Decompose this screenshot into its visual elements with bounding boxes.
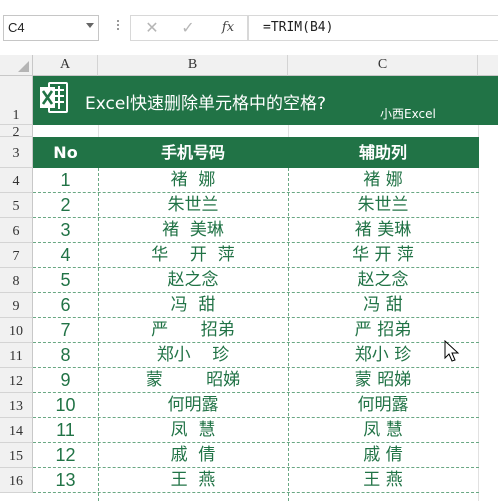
row-header-5[interactable]: 5: [0, 193, 33, 218]
header-phone[interactable]: 手机号码: [98, 137, 288, 168]
clean-cell[interactable]: 蒙 昭娣: [288, 368, 478, 393]
name-cell[interactable]: 华 开 萍: [98, 243, 288, 268]
column-divider: [98, 168, 99, 501]
row-header-13[interactable]: 13: [0, 393, 33, 418]
no-cell[interactable]: 1: [33, 168, 98, 193]
cancel-icon[interactable]: ✕: [134, 15, 170, 41]
row-header-11[interactable]: 11: [0, 343, 33, 368]
name-cell[interactable]: 褚 娜: [98, 168, 288, 193]
clean-cell[interactable]: 戚 倩: [288, 443, 478, 468]
name-cell[interactable]: 戚 倩: [98, 443, 288, 468]
row-header-7[interactable]: 7: [0, 243, 33, 268]
chevron-down-icon[interactable]: [86, 23, 94, 28]
name-cell[interactable]: 凤 慧: [98, 418, 288, 443]
clean-cell[interactable]: 凤 慧: [288, 418, 478, 443]
name-cell[interactable]: 朱世兰: [98, 193, 288, 218]
no-cell[interactable]: 9: [33, 368, 98, 393]
clean-cell[interactable]: 冯 甜: [288, 293, 478, 318]
no-cell[interactable]: 7: [33, 318, 98, 343]
name-cell[interactable]: 郑小 珍: [98, 343, 288, 368]
no-cell[interactable]: 11: [33, 418, 98, 443]
excel-logo-icon: [40, 82, 68, 113]
name-cell[interactable]: 严 招弟: [98, 318, 288, 343]
column-header-a[interactable]: A: [33, 55, 98, 76]
row-header-14[interactable]: 14: [0, 418, 33, 443]
no-cell[interactable]: 13: [33, 468, 98, 493]
clean-cell[interactable]: 朱世兰: [288, 193, 478, 218]
drag-handle-icon[interactable]: [116, 18, 120, 36]
row-header-9[interactable]: 9: [0, 293, 33, 318]
row-header-15[interactable]: 15: [0, 443, 33, 468]
enter-icon[interactable]: ✓: [170, 15, 206, 41]
name-cell[interactable]: 王 燕: [98, 468, 288, 493]
banner-author: 小西Excel: [380, 107, 436, 121]
no-cell[interactable]: 2: [33, 193, 98, 218]
clean-cell[interactable]: 褚 娜: [288, 168, 478, 193]
name-box[interactable]: C4: [3, 15, 99, 41]
clean-cell[interactable]: 王 燕: [288, 468, 478, 493]
row-header-12[interactable]: 12: [0, 368, 33, 393]
clean-cell[interactable]: 赵之念: [288, 268, 478, 293]
mouse-cursor-icon: [444, 340, 460, 362]
header-no[interactable]: No: [33, 137, 98, 168]
gridline: [288, 125, 289, 137]
row-header-16[interactable]: 16: [0, 468, 33, 493]
row-divider: [33, 492, 479, 493]
row-header-6[interactable]: 6: [0, 218, 33, 243]
no-cell[interactable]: 4: [33, 243, 98, 268]
clean-cell[interactable]: 何明露: [288, 393, 478, 418]
no-cell[interactable]: 6: [33, 293, 98, 318]
name-cell[interactable]: 赵之念: [98, 268, 288, 293]
no-cell[interactable]: 12: [33, 443, 98, 468]
name-cell[interactable]: 何明露: [98, 393, 288, 418]
row-header-2[interactable]: 2: [0, 125, 33, 140]
row-header-3[interactable]: 3: [0, 137, 33, 168]
header-helper[interactable]: 辅助列: [288, 137, 478, 168]
table-header-row: No 手机号码 辅助列: [33, 137, 479, 168]
formula-bar: C4 ✕ ✓ fx =TRIM(B4): [0, 0, 498, 54]
row-header-10[interactable]: 10: [0, 318, 33, 343]
column-header-d[interactable]: [478, 55, 498, 76]
banner-title: Excel快速删除单元格中的空格?: [85, 94, 327, 114]
name-cell[interactable]: 蒙 昭娣: [98, 368, 288, 393]
no-cell[interactable]: 5: [33, 268, 98, 293]
name-cell[interactable]: 冯 甜: [98, 293, 288, 318]
row-header-4[interactable]: 4: [0, 168, 33, 193]
column-header-c[interactable]: C: [288, 55, 478, 76]
no-cell[interactable]: 10: [33, 393, 98, 418]
select-all-corner[interactable]: [0, 55, 33, 76]
formula-input[interactable]: =TRIM(B4): [248, 15, 498, 41]
no-cell[interactable]: 3: [33, 218, 98, 243]
name-box-value: C4: [8, 20, 25, 35]
formula-text: =TRIM(B4): [263, 20, 334, 35]
select-all-icon: [18, 61, 29, 72]
name-cell[interactable]: 褚 美琳: [98, 218, 288, 243]
no-cell[interactable]: 8: [33, 343, 98, 368]
row-header-8[interactable]: 8: [0, 268, 33, 293]
insert-function-icon[interactable]: fx: [213, 15, 243, 41]
column-divider: [288, 168, 289, 501]
gridline: [98, 125, 99, 137]
row-header-1[interactable]: 1: [0, 76, 33, 125]
column-header-b[interactable]: B: [98, 55, 288, 76]
clean-cell[interactable]: 华 开 萍: [288, 243, 478, 268]
title-banner: Excel快速删除单元格中的空格? 小西Excel: [33, 76, 498, 125]
clean-cell[interactable]: 褚 美琳: [288, 218, 478, 243]
